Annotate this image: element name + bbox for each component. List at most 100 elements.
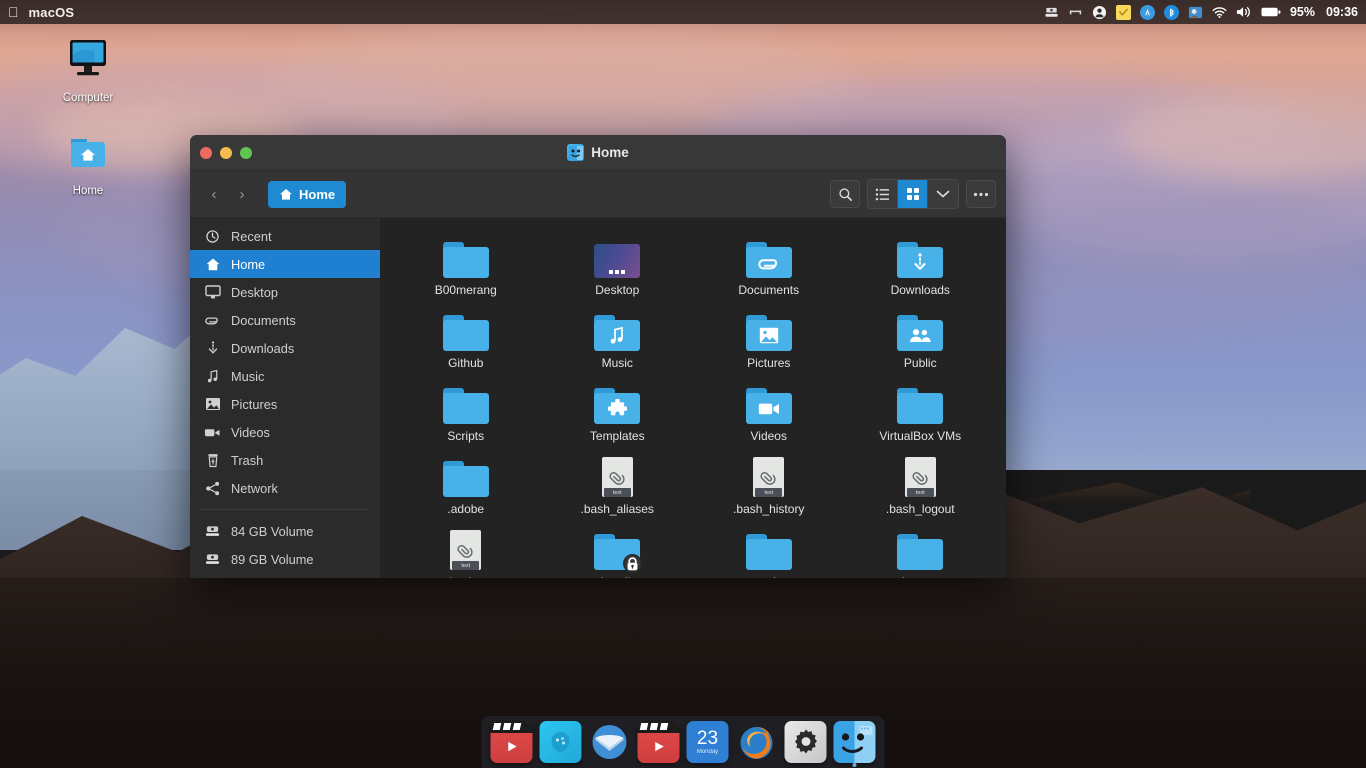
sidebar-item-label: Trash: [231, 452, 264, 468]
folder-icon: [396, 305, 536, 351]
drive-icon: [204, 524, 221, 538]
file-grid-item[interactable]: Public: [850, 305, 990, 378]
dock-item-system-settings[interactable]: [784, 720, 827, 763]
sidebar-item-label: Downloads: [231, 340, 295, 356]
file-grid-item[interactable]: Music: [547, 305, 687, 378]
window-body: Recent Home Desktop Documents Downloads …: [190, 218, 1006, 578]
breadcrumb-home[interactable]: Home: [268, 180, 347, 208]
file-grid-item[interactable]: Templates: [547, 378, 687, 451]
folder-icon: [547, 378, 687, 424]
calendar-weekday-label: Monday: [696, 748, 719, 755]
dock-item-firefox[interactable]: [736, 721, 778, 763]
folder-icon: [547, 524, 687, 573]
search-icon: [838, 187, 852, 201]
folder-emblem-puzzle: [607, 399, 627, 418]
back-button[interactable]: ‹: [200, 180, 228, 208]
view-options-dropdown[interactable]: [928, 180, 958, 208]
file-grid-item[interactable]: text .bashrc: [396, 524, 536, 578]
sidebar-item-label: 84 GB Volume: [231, 523, 314, 539]
notes-icon[interactable]: [1115, 4, 1131, 20]
sidebar-item-pictures[interactable]: Pictures: [190, 390, 380, 418]
sidebar-item-documents[interactable]: Documents: [190, 306, 380, 334]
file-grid-item[interactable]: .cinnamon: [850, 524, 990, 578]
file-grid-item[interactable]: Pictures: [699, 305, 839, 378]
sidebar-item-label: Videos: [231, 424, 270, 440]
drive-icon: [204, 552, 221, 566]
sidebar-item-network[interactable]: Network: [190, 474, 380, 502]
sidebar-item-videos[interactable]: Videos: [190, 418, 380, 446]
sidebar-item-trash[interactable]: Trash: [190, 446, 380, 474]
dock-item-thunderbird[interactable]: [589, 721, 631, 763]
dock-item-clementine[interactable]: [539, 720, 582, 763]
network-share-icon: [204, 481, 221, 496]
file-grid-item[interactable]: VirtualBox VMs: [850, 378, 990, 451]
list-view-button[interactable]: [868, 180, 898, 208]
sidebar-item-music[interactable]: Music: [190, 362, 380, 390]
sidebar-item-volume-89gb[interactable]: 89 GB Volume: [190, 545, 380, 573]
search-button[interactable]: [830, 180, 860, 208]
update-manager-icon[interactable]: [1188, 5, 1203, 20]
desktop-icon-home[interactable]: Home: [33, 133, 143, 197]
text-file-icon: text: [699, 451, 839, 497]
file-grid-item[interactable]: .cache: [699, 524, 839, 578]
file-grid-item[interactable]: Desktop: [547, 232, 687, 305]
forward-button[interactable]: ›: [228, 180, 256, 208]
dock-item-calendar[interactable]: 23 Monday: [686, 720, 729, 763]
folder-icon: [850, 232, 990, 278]
sidebar-item-recent[interactable]: Recent: [190, 222, 380, 250]
file-grid-item[interactable]: Downloads: [850, 232, 990, 305]
app-store-icon[interactable]: [1139, 4, 1155, 20]
file-grid-item[interactable]: text .bash_logout: [850, 451, 990, 524]
overflow-menu-icon: [973, 192, 989, 196]
sidebar-item-downloads[interactable]: Downloads: [190, 334, 380, 362]
grid-view-button[interactable]: [898, 180, 928, 208]
file-grid-item[interactable]: text .bash_aliases: [547, 451, 687, 524]
sidebar-item-computer[interactable]: Computer: [190, 573, 380, 578]
file-grid-item[interactable]: Documents: [699, 232, 839, 305]
dock: 23 Monday: [481, 716, 885, 768]
top-menu-bar:  macOS 95%: [0, 0, 1366, 24]
home-icon: [280, 188, 292, 200]
file-grid-item[interactable]: Github: [396, 305, 536, 378]
dock-item-media-player[interactable]: [490, 720, 533, 763]
bluetooth-icon[interactable]: [1163, 4, 1179, 20]
dock-item-file-manager[interactable]: [833, 720, 876, 767]
folder-icon: [850, 524, 990, 570]
folder-icon: [699, 232, 839, 278]
file-grid-item-label: Templates: [589, 429, 645, 443]
sidebar-item-home[interactable]: Home: [190, 250, 380, 278]
scanner-icon[interactable]: [1044, 5, 1059, 20]
file-type-tag: text: [755, 488, 783, 497]
sidebar-item-volume-84gb[interactable]: 84 GB Volume: [190, 517, 380, 545]
wifi-icon[interactable]: [1212, 6, 1227, 19]
file-grid-item[interactable]: Scripts: [396, 378, 536, 451]
window-titlebar[interactable]: Home: [190, 135, 1006, 171]
menubar-clock[interactable]: 09:36: [1326, 5, 1358, 19]
minimize-window-button[interactable]: [220, 146, 232, 159]
menubar-app-title[interactable]: macOS: [29, 5, 75, 20]
file-grid-item[interactable]: B00merang: [396, 232, 536, 305]
overflow-menu-button[interactable]: [966, 180, 996, 208]
close-window-button[interactable]: [200, 146, 212, 159]
folder-icon: [699, 524, 839, 570]
apple-logo-icon[interactable]: : [8, 5, 19, 19]
user-account-icon[interactable]: [1092, 5, 1107, 20]
lock-emblem-icon: [623, 554, 643, 573]
file-grid-item-label: VirtualBox VMs: [879, 429, 962, 443]
sidebar-item-desktop[interactable]: Desktop: [190, 278, 380, 306]
folder-icon: [396, 378, 536, 424]
desktop-icon-computer[interactable]: Computer: [33, 38, 143, 104]
battery-icon[interactable]: [1261, 6, 1281, 18]
file-grid-item[interactable]: .adobe: [396, 451, 536, 524]
dock-item-media-player-2[interactable]: [637, 720, 680, 763]
file-grid-item-label: .bash_logout: [885, 502, 955, 516]
file-grid-item-label: Scripts: [447, 429, 485, 443]
volume-icon[interactable]: [1236, 5, 1252, 19]
keyboard-icon[interactable]: [1068, 5, 1083, 20]
maximize-window-button[interactable]: [240, 146, 252, 159]
file-grid-item[interactable]: Videos: [699, 378, 839, 451]
file-grid-item[interactable]: .bundle: [547, 524, 687, 578]
file-grid-item-label: .bash_history: [733, 502, 805, 516]
sidebar-item-label: Desktop: [231, 284, 278, 300]
file-grid-item[interactable]: text .bash_history: [699, 451, 839, 524]
